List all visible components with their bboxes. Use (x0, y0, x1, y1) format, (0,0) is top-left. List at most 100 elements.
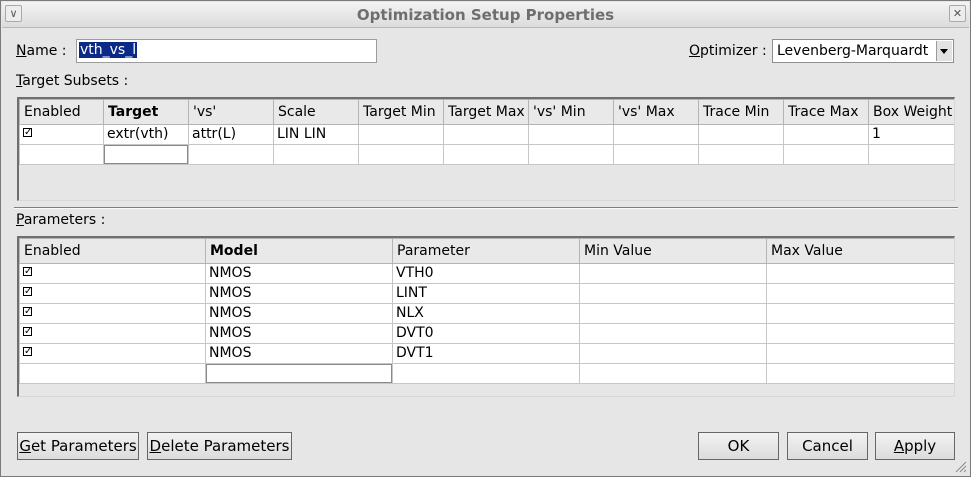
checkmark-icon[interactable]: ✓ (23, 128, 32, 138)
ok-button[interactable]: OK (698, 432, 779, 460)
column-header-min-value[interactable]: Min Value (579, 238, 767, 264)
enabled-cell[interactable]: ✓ (19, 303, 206, 324)
column-header-max-value[interactable]: Max Value (766, 238, 954, 264)
min-value-cell[interactable] (579, 303, 767, 324)
new-target-edit-cell[interactable] (103, 144, 189, 165)
box-weight-cell[interactable]: 1 (868, 124, 954, 145)
scale-cell[interactable] (273, 144, 359, 165)
parameters-table-container[interactable]: Enabled Model Parameter Min Value Max Va… (17, 236, 955, 397)
column-header-model[interactable]: Model (205, 238, 393, 264)
column-header-enabled[interactable]: Enabled (19, 99, 104, 125)
optimizer-select[interactable]: Levenberg-Marquardt (772, 39, 954, 63)
vs-min-cell[interactable] (528, 144, 614, 165)
window-title: Optimization Setup Properties (356, 6, 615, 24)
target-min-cell[interactable] (358, 144, 444, 165)
column-header-vs[interactable]: 'vs' (188, 99, 274, 125)
column-header-vs-min[interactable]: 'vs' Min (528, 99, 614, 125)
max-value-cell[interactable] (766, 363, 954, 384)
column-header-target-max[interactable]: Target Max (443, 99, 529, 125)
enabled-cell[interactable] (19, 144, 104, 165)
vs-cell[interactable]: attr(L) (188, 124, 274, 145)
vs-min-cell[interactable] (528, 124, 614, 145)
min-value-cell[interactable] (579, 263, 767, 284)
target-max-cell[interactable] (443, 124, 529, 145)
target-max-cell[interactable] (443, 144, 529, 165)
vs-max-cell[interactable] (613, 124, 699, 145)
new-model-edit-cell[interactable] (205, 363, 393, 384)
dialog-window: ∨ Optimization Setup Properties ✕ Name :… (0, 0, 971, 477)
max-value-cell[interactable] (766, 303, 954, 324)
enabled-cell[interactable]: ✓ (19, 263, 206, 284)
min-value-cell[interactable] (579, 343, 767, 364)
close-icon[interactable]: ✕ (949, 5, 966, 22)
trace-max-cell[interactable] (783, 124, 869, 145)
model-cell[interactable]: NMOS (205, 283, 393, 304)
table-row[interactable]: ✓ NMOS LINT (19, 283, 954, 304)
cancel-button[interactable]: Cancel (787, 432, 868, 460)
title-bar[interactable]: ∨ Optimization Setup Properties ✕ (2, 2, 969, 28)
min-value-cell[interactable] (579, 283, 767, 304)
resize-grip-icon[interactable] (955, 461, 967, 473)
get-parameters-button[interactable]: Get Parameters (17, 432, 139, 460)
chevron-down-icon[interactable] (936, 41, 952, 61)
parameter-cell[interactable] (392, 363, 580, 384)
column-header-trace-min[interactable]: Trace Min (698, 99, 784, 125)
parameters-label: Parameters : (16, 212, 106, 228)
min-value-cell[interactable] (579, 363, 767, 384)
column-header-trace-max[interactable]: Trace Max (783, 99, 869, 125)
checkmark-icon[interactable]: ✓ (23, 327, 32, 337)
column-header-target[interactable]: Target (103, 99, 189, 125)
parameter-cell[interactable]: DVT0 (392, 323, 580, 344)
checkmark-icon[interactable]: ✓ (23, 287, 32, 297)
enabled-cell[interactable]: ✓ (19, 323, 206, 344)
min-value-cell[interactable] (579, 323, 767, 344)
enabled-cell[interactable]: ✓ (19, 124, 104, 145)
apply-button[interactable]: Apply (875, 432, 955, 460)
splitter[interactable] (14, 207, 958, 209)
target-subsets-header-row: Enabled Target 'vs' Scale Target Min Tar… (19, 99, 954, 125)
column-header-vs-max[interactable]: 'vs' Max (613, 99, 699, 125)
max-value-cell[interactable] (766, 283, 954, 304)
column-header-parameter[interactable]: Parameter (392, 238, 580, 264)
column-header-enabled[interactable]: Enabled (19, 238, 206, 264)
column-header-box-weight[interactable]: Box Weight (868, 99, 954, 125)
trace-min-cell[interactable] (698, 124, 784, 145)
checkmark-icon[interactable]: ✓ (23, 347, 32, 357)
name-input[interactable]: vth_vs_l (76, 39, 377, 63)
model-cell[interactable]: NMOS (205, 263, 393, 284)
model-cell[interactable]: NMOS (205, 343, 393, 364)
column-header-scale[interactable]: Scale (273, 99, 359, 125)
table-row-new[interactable] (19, 144, 954, 165)
parameter-cell[interactable]: VTH0 (392, 263, 580, 284)
delete-parameters-button[interactable]: Delete Parameters (147, 432, 292, 460)
table-row[interactable]: ✓ NMOS DVT1 (19, 343, 954, 364)
table-row-new[interactable] (19, 363, 954, 384)
target-subsets-table-container[interactable]: Enabled Target 'vs' Scale Target Min Tar… (17, 97, 955, 201)
checkmark-icon[interactable]: ✓ (23, 267, 32, 277)
enabled-cell[interactable]: ✓ (19, 283, 206, 304)
parameter-cell[interactable]: LINT (392, 283, 580, 304)
box-weight-cell[interactable] (868, 144, 954, 165)
model-cell[interactable]: NMOS (205, 323, 393, 344)
trace-max-cell[interactable] (783, 144, 869, 165)
target-cell[interactable]: extr(vth) (103, 124, 189, 145)
vs-cell[interactable] (188, 144, 274, 165)
vs-max-cell[interactable] (613, 144, 699, 165)
checkmark-icon[interactable]: ✓ (23, 307, 32, 317)
parameter-cell[interactable]: NLX (392, 303, 580, 324)
enabled-cell[interactable] (19, 363, 206, 384)
model-cell[interactable]: NMOS (205, 303, 393, 324)
enabled-cell[interactable]: ✓ (19, 343, 206, 364)
trace-min-cell[interactable] (698, 144, 784, 165)
table-row[interactable]: ✓ NMOS DVT0 (19, 323, 954, 344)
table-row[interactable]: ✓ NMOS NLX (19, 303, 954, 324)
target-min-cell[interactable] (358, 124, 444, 145)
table-row[interactable]: ✓ extr(vth) attr(L) LIN LIN 1 (19, 124, 954, 145)
max-value-cell[interactable] (766, 323, 954, 344)
scale-cell[interactable]: LIN LIN (273, 124, 359, 145)
column-header-target-min[interactable]: Target Min (358, 99, 444, 125)
max-value-cell[interactable] (766, 263, 954, 284)
table-row[interactable]: ✓ NMOS VTH0 (19, 263, 954, 284)
max-value-cell[interactable] (766, 343, 954, 364)
parameter-cell[interactable]: DVT1 (392, 343, 580, 364)
